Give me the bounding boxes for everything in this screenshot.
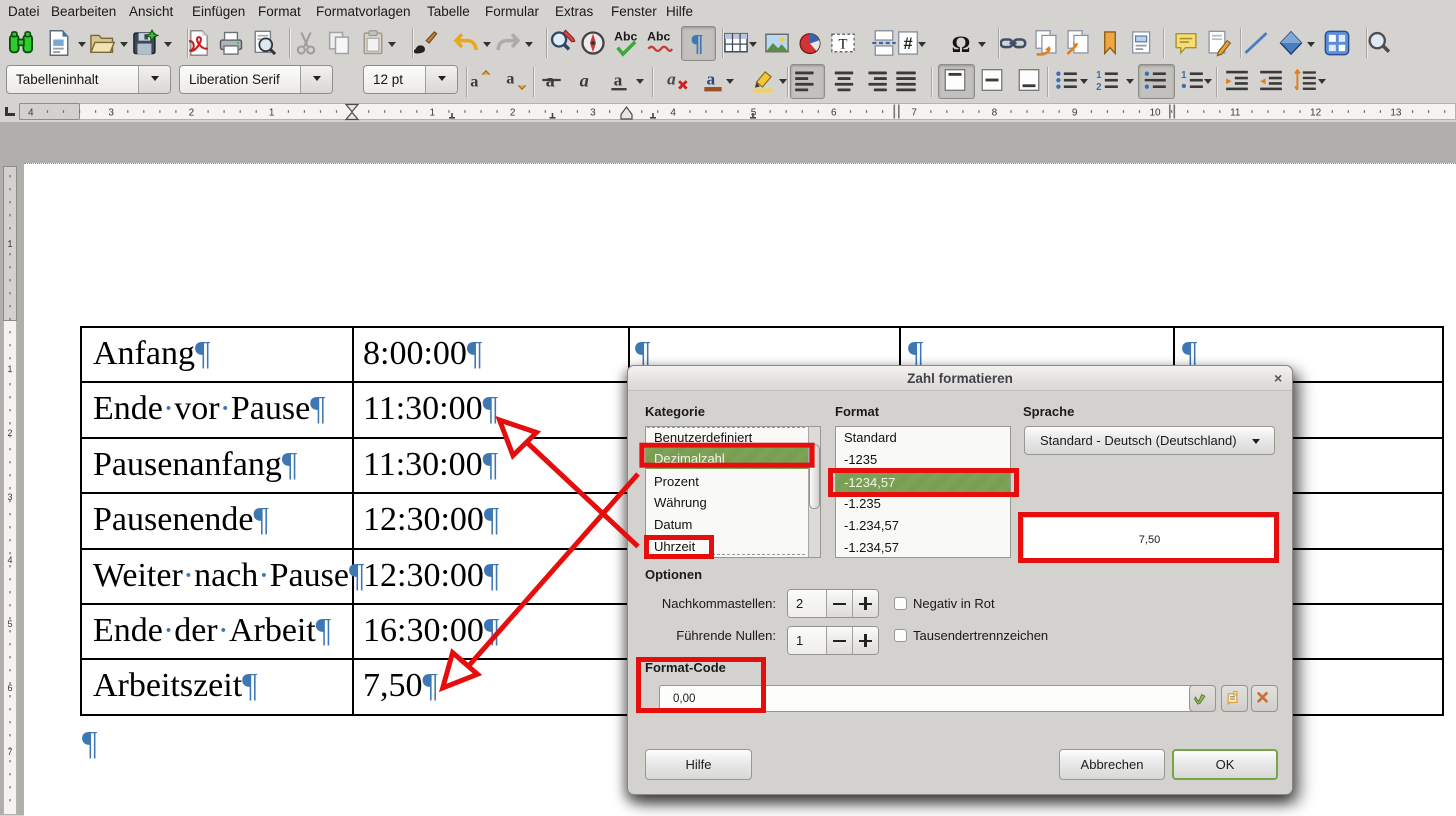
svg-text:4: 4	[7, 555, 12, 565]
svg-text:2: 2	[510, 108, 516, 119]
svg-text:3: 3	[108, 108, 114, 119]
svg-text:1: 1	[7, 364, 12, 374]
svg-text:4: 4	[28, 108, 34, 119]
svg-text:11: 11	[1230, 108, 1241, 119]
svg-text:1: 1	[430, 108, 436, 119]
svg-text:1: 1	[269, 108, 275, 119]
svg-text:6: 6	[831, 108, 837, 119]
svg-text:12: 12	[1310, 108, 1322, 119]
svg-text:10: 10	[1149, 108, 1161, 119]
svg-text:5: 5	[7, 619, 12, 629]
svg-text:13: 13	[1390, 108, 1402, 119]
svg-text:8: 8	[992, 108, 998, 119]
svg-text:9: 9	[1072, 108, 1078, 119]
svg-text:3: 3	[590, 108, 596, 119]
svg-text:1: 1	[7, 239, 12, 249]
svg-text:2: 2	[189, 108, 195, 119]
svg-text:4: 4	[670, 108, 676, 119]
svg-text:7: 7	[911, 108, 917, 119]
svg-text:6: 6	[7, 683, 12, 693]
